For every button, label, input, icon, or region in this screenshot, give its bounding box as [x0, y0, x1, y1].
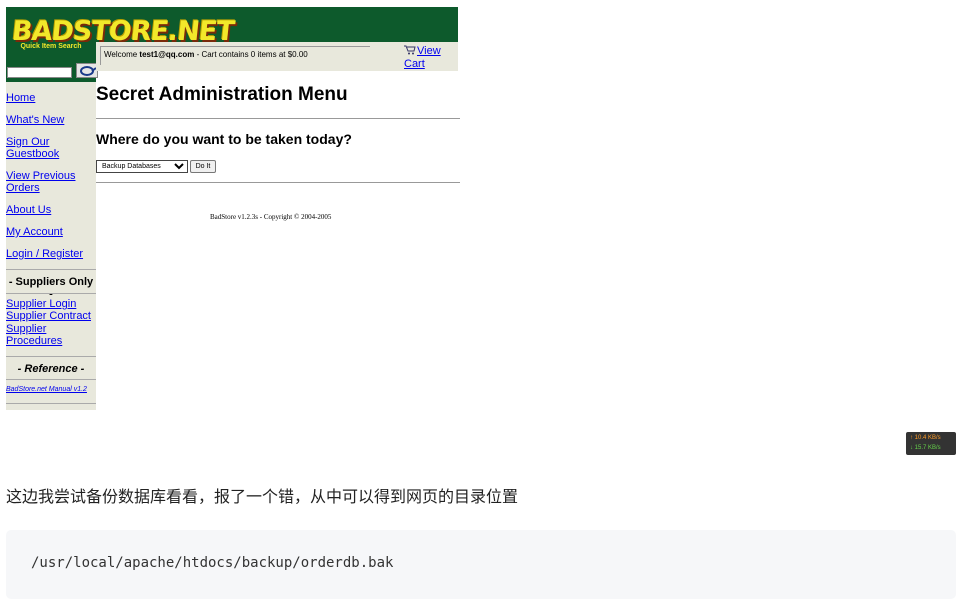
- nav-guestbook[interactable]: Sign Our Guestbook: [6, 136, 76, 160]
- welcome-prefix: Welcome: [104, 50, 140, 59]
- magnifier-icon: [80, 66, 97, 76]
- page-subtitle: Where do you want to be taken today?: [96, 131, 352, 147]
- page-title: Secret Administration Menu: [96, 84, 348, 105]
- post-paragraph: 这边我尝试备份数据库看看，报了一个错，从中可以得到网页的目录位置: [6, 487, 519, 506]
- suppliers-heading: - Suppliers Only -: [8, 276, 94, 300]
- form-divider: [96, 182, 460, 183]
- nav-my-account[interactable]: My Account: [6, 226, 63, 238]
- sidebar: Home What's New Sign Our Guestbook View …: [6, 82, 96, 410]
- nav-whats-new[interactable]: What's New: [6, 114, 64, 126]
- code-block: /usr/local/apache/htdocs/backup/orderdb.…: [6, 530, 956, 599]
- nav-about-us[interactable]: About Us: [6, 204, 51, 216]
- supplier-procedures-link[interactable]: Supplier Procedures: [6, 323, 66, 347]
- title-divider: [96, 118, 460, 119]
- nav-previous-orders[interactable]: View Previous Orders: [6, 170, 76, 194]
- sidebar-divider: [6, 403, 96, 404]
- sidebar-divider: [6, 356, 96, 357]
- supplier-contract-link[interactable]: Supplier Contract: [6, 310, 91, 322]
- nav-home[interactable]: Home: [6, 92, 35, 104]
- quick-search-title: Quick Item Search: [20, 43, 82, 50]
- search-button[interactable]: [76, 63, 98, 78]
- cart-icon: [404, 45, 416, 58]
- supplier-login-link[interactable]: Supplier Login: [6, 298, 76, 310]
- quick-search-panel: Quick Item Search: [6, 42, 98, 82]
- manual-link[interactable]: BadStore.net Manual v1.2: [6, 386, 87, 393]
- code-path: /usr/local/apache/htdocs/backup/orderdb.…: [31, 555, 394, 571]
- reference-heading: - Reference -: [17, 363, 85, 375]
- sidebar-divider: [6, 379, 96, 380]
- sidebar-divider: [6, 293, 96, 294]
- copyright-text: BadStore v1.2.3s - Copyright © 2004-2005: [210, 213, 332, 221]
- view-cart-link[interactable]: View Cart: [404, 45, 458, 70]
- destination-select[interactable]: Backup Databases: [96, 160, 188, 173]
- welcome-cart-summary: - Cart contains 0 items at $0.00: [194, 50, 308, 59]
- network-speed-widget: ↑ 10.4 KB/s ↓ 15.7 KB/s: [906, 432, 956, 455]
- download-speed: ↓ 15.7 KB/s: [910, 445, 941, 451]
- header-banner: BADSTORE.NET: [6, 7, 458, 47]
- nav-login-register[interactable]: Login / Register: [6, 248, 83, 260]
- welcome-bar: Welcome test1@qq.com - Cart contains 0 i…: [96, 42, 458, 71]
- sidebar-divider: [6, 269, 96, 270]
- upload-speed: ↑ 10.4 KB/s: [910, 435, 941, 441]
- quick-search-input[interactable]: [7, 67, 72, 78]
- welcome-user: test1@qq.com: [139, 50, 195, 59]
- welcome-message: Welcome test1@qq.com - Cart contains 0 i…: [100, 46, 370, 65]
- do-it-button[interactable]: Do It: [190, 160, 216, 173]
